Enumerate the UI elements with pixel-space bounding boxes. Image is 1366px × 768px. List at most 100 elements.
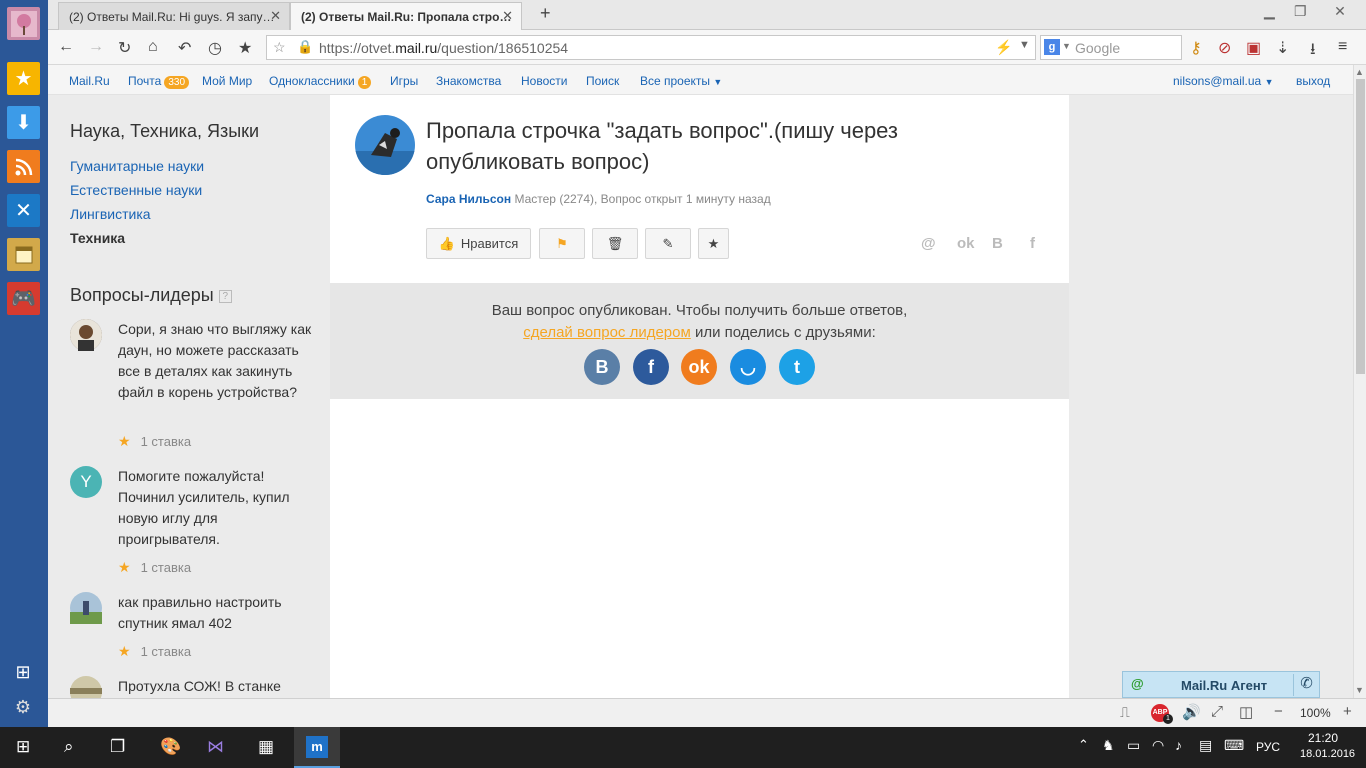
avatar[interactable] [70,676,102,698]
language-indicator[interactable]: РУС [1256,740,1280,754]
logout-link[interactable]: выход [1296,74,1330,88]
delete-button[interactable]: 🗑 [592,228,638,259]
wifi-icon[interactable]: ◠ [1152,737,1164,754]
vertical-scrollbar[interactable]: ▲ ▼ [1353,65,1366,698]
portal-link-myworld[interactable]: Мой Мир [202,74,252,88]
portal-link-search[interactable]: Поиск [586,74,619,88]
download-icon[interactable]: ⭳ [1310,38,1316,65]
windows-start-icon[interactable]: ⊞ [16,737,30,757]
restore-icon[interactable]: ❐ [1294,3,1307,20]
category-link[interactable]: Гуманитарные науки [70,158,204,174]
speaker-icon[interactable]: ♪ [1175,737,1182,753]
maxthon-taskbar-button[interactable]: m [294,727,340,768]
downloads-icon[interactable]: ⬇ [7,106,40,139]
category-link[interactable]: Лингвистика [70,206,151,222]
home-icon[interactable]: ⌂ [148,38,158,56]
leader-question-link[interactable]: Протухла СОЖ! В станке [118,676,313,697]
scroll-down-icon[interactable]: ▼ [1355,685,1364,695]
visual-studio-icon[interactable]: ⋈ [207,737,224,757]
clock-date[interactable]: 18.01.2016 [1300,748,1355,760]
close-icon[interactable]: ✕ [270,8,281,24]
portal-link-mail[interactable]: Почта 330 [128,74,190,89]
share-facebook-icon[interactable]: f [1030,235,1035,252]
leader-question-link[interactable]: Сори, я знаю что выгляжу как даун, но мо… [118,319,313,403]
profile-icon[interactable] [7,7,40,40]
portal-link-news[interactable]: Новости [521,74,567,88]
scroll-up-icon[interactable]: ▲ [1355,67,1364,77]
avatar[interactable] [70,592,102,624]
adblock-icon[interactable]: ▣ [1246,38,1261,58]
fullscreen-icon[interactable]: ⤢ [1211,703,1223,720]
notes-icon[interactable] [7,238,40,271]
moymir-share-icon[interactable]: ◡ [730,349,766,385]
share-mail-icon[interactable]: @ [921,235,936,252]
search-input[interactable]: Google [1075,40,1120,56]
mailru-agent-panel[interactable]: @ Mail.Ru Агент ✆ [1122,671,1320,698]
battery-icon[interactable]: ▭ [1127,737,1140,754]
avatar[interactable]: Y [70,466,102,498]
bookmark-star-icon[interactable]: ★ [238,38,252,58]
tray-chevron-icon[interactable]: ⌃ [1078,737,1089,753]
twitter-share-icon[interactable]: t [779,349,815,385]
tab-inactive[interactable]: (2) Ответы Mail.Ru: Hi guys. Я запу… ✕ [58,2,290,30]
scroll-thumb[interactable] [1356,79,1365,374]
minimize-icon[interactable]: ▁ [1264,3,1275,20]
engine-dropdown-icon[interactable]: ▼ [1062,41,1071,51]
rss-icon[interactable] [7,150,40,183]
tools-icon[interactable]: ✕ [7,194,40,227]
close-icon[interactable]: ✕ [502,8,513,24]
google-icon[interactable]: g [1044,39,1060,55]
help-icon[interactable]: ? [218,289,232,303]
portal-link-ok[interactable]: Одноклассники 1 [269,74,372,89]
undo-close-icon[interactable]: ↶ [178,38,191,58]
share-ok-icon[interactable]: ok [957,235,975,252]
facebook-share-icon[interactable]: f [633,349,669,385]
author-avatar[interactable] [355,115,415,175]
leader-question-link[interactable]: как правильно настроить спутник ямал 402 [118,592,313,634]
make-leader-link[interactable]: сделай вопрос лидером [523,324,691,341]
phone-icon[interactable]: ✆ [1293,674,1319,696]
security-icon[interactable]: ⊘ [1218,38,1231,58]
settings-gear-icon[interactable]: ⚙ [13,697,33,717]
odnoklassniki-share-icon[interactable]: ok [681,349,717,385]
category-link[interactable]: Естественные науки [70,182,202,198]
notifications-icon[interactable]: ▤ [1199,737,1212,754]
portal-link-games[interactable]: Игры [390,74,418,88]
extension-icon[interactable]: ⚡ [995,39,1012,56]
calculator-icon[interactable]: ▦ [258,737,274,757]
user-account-link[interactable]: nilsons@mail.ua ▼ [1173,74,1273,88]
history-icon[interactable]: ◷ [208,38,222,58]
add-panel-icon[interactable]: ⊞ [13,662,33,682]
activity-icon[interactable]: ⎍ [1120,704,1130,721]
favorite-button[interactable]: ★ [698,228,729,259]
new-tab-button[interactable]: + [540,3,551,24]
games-icon[interactable]: 🎮 [7,282,40,315]
portal-link-dating[interactable]: Знакомства [436,74,501,88]
author-link[interactable]: Сара Нильсон [426,192,511,206]
split-view-icon[interactable]: ◫ [1239,703,1253,721]
clock-time[interactable]: 21:20 [1308,731,1338,745]
edit-button[interactable]: ✎ [645,228,691,259]
paint-app-icon[interactable]: 🎨 [160,737,181,757]
window-close-icon[interactable]: ✕ [1318,3,1362,20]
keyboard-icon[interactable]: ⌨ [1224,737,1244,754]
address-bar[interactable]: ☆ 🔒 https://otvet.mail.ru/question/18651… [266,35,1036,60]
bookmarks-icon[interactable]: ★ [7,62,40,95]
tray-app-icon[interactable]: ♞ [1102,737,1115,754]
hamburger-menu-icon[interactable]: ≡ [1338,38,1347,56]
flag-button[interactable]: ⚑ [539,228,585,259]
zoom-in-icon[interactable]: + [1343,703,1352,720]
key-icon[interactable]: ⚷ [1190,38,1202,58]
volume-icon[interactable]: 🔊 [1182,703,1201,721]
forward-icon[interactable]: → [88,38,104,56]
back-icon[interactable]: ← [58,38,74,56]
portal-link-all-projects[interactable]: Все проекты ▼ [640,74,722,88]
vk-share-icon[interactable]: B [584,349,620,385]
add-bookmark-icon[interactable]: ☆ [273,39,286,56]
task-view-icon[interactable]: ❐ [110,737,125,757]
reload-icon[interactable]: ↻ [118,38,131,58]
leader-question-link[interactable]: Помогите пожалуйста! Починил усилитель, … [118,466,313,550]
avatar[interactable] [70,319,102,351]
menu-dropdown-icon[interactable]: ⇣ [1276,38,1289,58]
tab-active[interactable]: (2) Ответы Mail.Ru: Пропала стро… ✕ [290,2,522,30]
